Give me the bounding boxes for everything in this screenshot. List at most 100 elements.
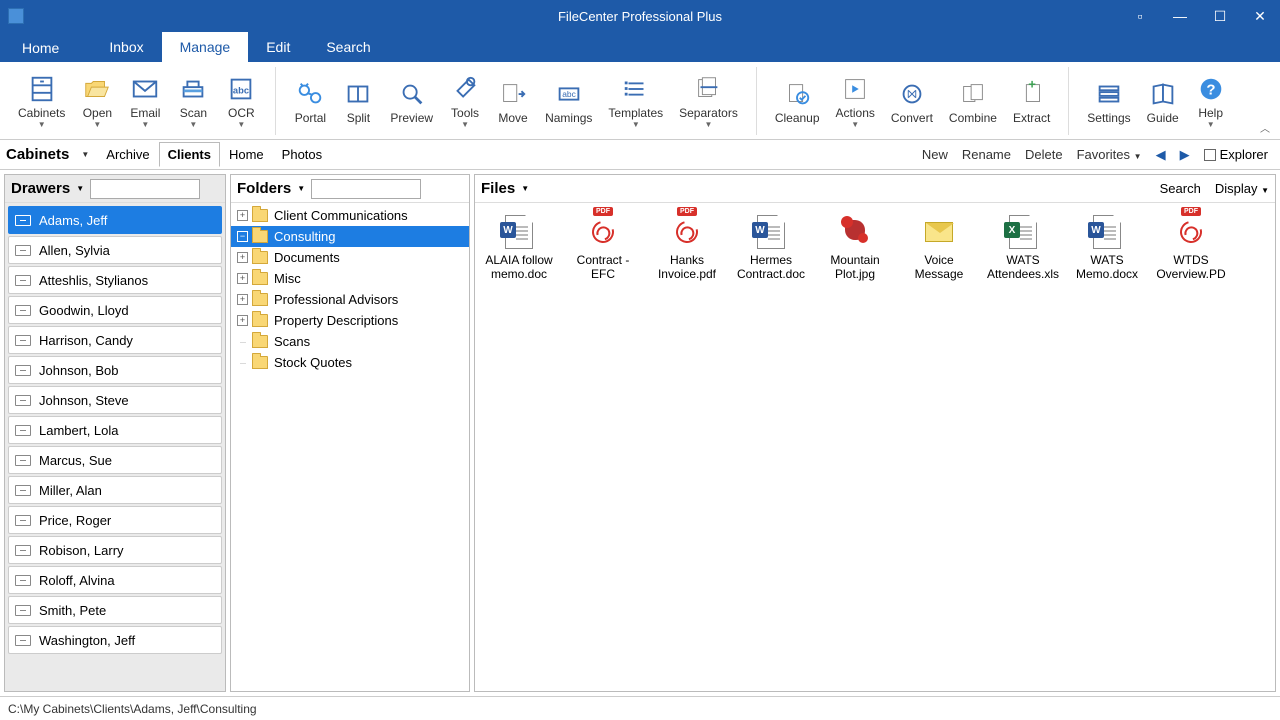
folder-item[interactable]: +Misc — [231, 268, 469, 289]
nav-back-icon[interactable]: ◀ — [1156, 147, 1166, 163]
tree-expand-icon[interactable]: + — [237, 294, 248, 305]
tree-expand-icon[interactable]: + — [237, 210, 248, 221]
menu-tab-search[interactable]: Search — [308, 32, 388, 62]
drawers-dropdown-icon[interactable]: ▼ — [70, 184, 90, 193]
drawers-filter-input[interactable] — [90, 179, 200, 199]
restore-down-icon-small[interactable]: ▫ — [1120, 0, 1160, 32]
file-item[interactable]: WWATS Memo.docx — [1067, 211, 1147, 285]
file-item[interactable]: Mountain Plot.jpg — [815, 211, 895, 285]
email-icon — [129, 73, 161, 105]
folder-item[interactable]: +Professional Advisors — [231, 289, 469, 310]
ribbon-tools-button[interactable]: Tools▼ — [441, 68, 489, 134]
ribbon-email-button[interactable]: Email▼ — [121, 68, 169, 134]
ribbon-ocr-button[interactable]: abcOCR▼ — [217, 68, 265, 134]
drawer-item[interactable]: Smith, Pete — [8, 596, 222, 624]
cabinet-tab-home[interactable]: Home — [220, 142, 273, 167]
ribbon-cabinets-button[interactable]: Cabinets▼ — [10, 68, 73, 134]
maximize-button[interactable]: ☐ — [1200, 0, 1240, 32]
files-display-button[interactable]: Display ▼ — [1215, 181, 1269, 196]
ribbon-collapse-button[interactable]: ︿ — [1260, 120, 1270, 135]
ribbon-preview-button[interactable]: Preview — [382, 68, 441, 134]
files-dropdown-icon[interactable]: ▼ — [515, 184, 535, 193]
chevron-down-icon: ▼ — [851, 120, 859, 129]
drawer-label: Allen, Sylvia — [39, 243, 110, 258]
menu-home[interactable]: Home — [10, 34, 71, 62]
chevron-down-icon: ▼ — [141, 120, 149, 129]
file-item[interactable]: PDFContract - EFC Distribu... — [563, 211, 643, 285]
tree-expand-icon[interactable]: − — [237, 231, 248, 242]
ribbon-guide-button[interactable]: Guide — [1139, 68, 1187, 134]
drawer-item[interactable]: Miller, Alan — [8, 476, 222, 504]
close-button[interactable]: ✕ — [1240, 0, 1280, 32]
ribbon-settings-button[interactable]: Settings — [1079, 68, 1138, 134]
ribbon-move-button[interactable]: Move — [489, 68, 537, 134]
folder-item[interactable]: +Documents — [231, 247, 469, 268]
menu-tab-edit[interactable]: Edit — [248, 32, 308, 62]
explorer-toggle[interactable]: Explorer — [1204, 147, 1268, 162]
new-button[interactable]: New — [922, 147, 948, 162]
tree-expand-icon[interactable]: + — [237, 315, 248, 326]
drawer-item[interactable]: Adams, Jeff — [8, 206, 222, 234]
drawer-item[interactable]: Johnson, Steve — [8, 386, 222, 414]
file-item[interactable]: Voice Message fro... — [899, 211, 979, 285]
ribbon-split-button[interactable]: Split — [334, 68, 382, 134]
cabinet-tab-clients[interactable]: Clients — [159, 142, 220, 167]
file-item[interactable]: PDFWTDS Overview.PDF — [1151, 211, 1231, 285]
ribbon-templates-button[interactable]: Templates▼ — [600, 68, 671, 134]
ribbon-separators-button[interactable]: Separators▼ — [671, 68, 746, 134]
drawer-item[interactable]: Lambert, Lola — [8, 416, 222, 444]
folder-item[interactable]: +Property Descriptions — [231, 310, 469, 331]
file-label: Contract - EFC Distribu... — [565, 253, 641, 283]
rename-button[interactable]: Rename — [962, 147, 1011, 162]
delete-button[interactable]: Delete — [1025, 147, 1063, 162]
file-item[interactable]: PDFHanks Invoice.pdf — [647, 211, 727, 285]
drawer-item[interactable]: Washington, Jeff — [8, 626, 222, 654]
drawer-item[interactable]: Atteshlis, Stylianos — [8, 266, 222, 294]
folder-item[interactable]: ···Stock Quotes — [231, 352, 469, 373]
folder-label: Stock Quotes — [274, 355, 352, 370]
drawer-item[interactable]: Johnson, Bob — [8, 356, 222, 384]
drawer-item[interactable]: Goodwin, Lloyd — [8, 296, 222, 324]
drawer-item[interactable]: Marcus, Sue — [8, 446, 222, 474]
file-item[interactable]: WALAIA follow memo.doc — [479, 211, 559, 285]
ribbon-scan-button[interactable]: Scan▼ — [169, 68, 217, 134]
drawer-item[interactable]: Allen, Sylvia — [8, 236, 222, 264]
ribbon-portal-button[interactable]: Portal — [286, 68, 334, 134]
menubar: Home InboxManageEditSearch — [0, 32, 1280, 62]
ribbon-combine-button[interactable]: Combine — [941, 68, 1005, 134]
tree-expand-icon[interactable]: + — [237, 252, 248, 263]
favorites-button[interactable]: Favorites ▼ — [1077, 147, 1142, 162]
menu-tab-inbox[interactable]: Inbox — [91, 32, 161, 62]
ribbon-cleanup-button[interactable]: Cleanup — [767, 68, 828, 134]
drawer-item[interactable]: Price, Roger — [8, 506, 222, 534]
cabinet-tab-archive[interactable]: Archive — [97, 142, 158, 167]
files-search-button[interactable]: Search — [1160, 181, 1201, 196]
folder-item[interactable]: ···Scans — [231, 331, 469, 352]
folder-item[interactable]: +Client Communications — [231, 205, 469, 226]
nav-forward-icon[interactable]: ▶ — [1180, 147, 1190, 163]
ribbon-open-button[interactable]: Open▼ — [73, 68, 121, 134]
ribbon-namings-button[interactable]: abcNamings — [537, 68, 600, 134]
drawer-icon — [15, 215, 31, 226]
statusbar: C:\My Cabinets\Clients\Adams, Jeff\Consu… — [0, 696, 1280, 720]
cabinet-tab-photos[interactable]: Photos — [273, 142, 331, 167]
drawer-item[interactable]: Roloff, Alvina — [8, 566, 222, 594]
ribbon-convert-button[interactable]: Convert — [883, 68, 941, 134]
folders-filter-input[interactable] — [311, 179, 421, 199]
folder-item[interactable]: −Consulting — [231, 226, 469, 247]
minimize-button[interactable]: — — [1160, 0, 1200, 32]
drawer-item[interactable]: Robison, Larry — [8, 536, 222, 564]
ribbon-help-button[interactable]: ?Help▼ — [1187, 68, 1235, 134]
templates-icon — [620, 73, 652, 105]
folders-title: Folders — [237, 180, 291, 197]
ribbon-extract-button[interactable]: +Extract — [1005, 68, 1058, 134]
file-item[interactable]: XWATS Attendees.xls — [983, 211, 1063, 285]
tree-expand-icon[interactable]: + — [237, 273, 248, 284]
drawer-item[interactable]: Harrison, Candy — [8, 326, 222, 354]
ribbon-actions-button[interactable]: Actions▼ — [828, 68, 883, 134]
file-item[interactable]: WHermes Contract.doc — [731, 211, 811, 285]
cabinets-dropdown-icon[interactable]: ▼ — [73, 150, 97, 159]
menu-tab-manage[interactable]: Manage — [162, 32, 249, 62]
drawer-icon — [15, 365, 31, 376]
folders-dropdown-icon[interactable]: ▼ — [291, 184, 311, 193]
